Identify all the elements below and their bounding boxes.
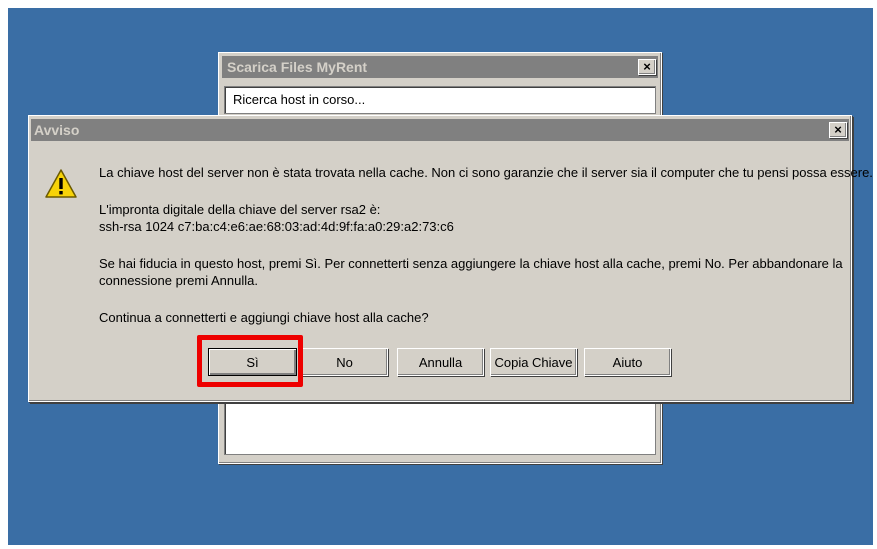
background-window-title: Scarica Files MyRent	[227, 59, 368, 75]
dialog-close-button[interactable]: ×	[829, 122, 847, 138]
fingerprint-line: ssh-rsa 1024 c7:ba:c4:e6:ae:68:03:ad:4d:…	[99, 219, 454, 234]
message-line-1: La chiave host del server non è stata tr…	[99, 165, 873, 180]
warning-icon	[45, 169, 77, 198]
background-window-close-button[interactable]: ×	[638, 59, 656, 75]
status-field: Ricerca host in corso...	[224, 86, 656, 114]
status-text: Ricerca host in corso...	[233, 92, 366, 107]
dialog-titlebar[interactable]: Avviso ×	[31, 119, 849, 141]
yes-button-highlight	[197, 335, 303, 387]
dialog-title: Avviso	[34, 122, 80, 138]
no-button[interactable]: No	[301, 348, 388, 376]
question-line: Continua a connetterti e aggiungi chiave…	[99, 310, 429, 325]
cancel-button[interactable]: Annulla	[397, 348, 484, 376]
help-button[interactable]: Aiuto	[584, 348, 671, 376]
message-line-4: Se hai fiducia in questo host, premi Sì.…	[99, 256, 843, 271]
message-line-2: L'impronta digitale della chiave del ser…	[99, 202, 381, 217]
message-line-5: connessione premi Annulla.	[99, 273, 258, 288]
copy-key-button[interactable]: Copia Chiave	[490, 348, 577, 376]
warning-dialog: Avviso × La chiave host del server non è…	[28, 115, 873, 402]
background-window-titlebar[interactable]: Scarica Files MyRent ×	[222, 56, 658, 78]
log-listbox[interactable]	[224, 398, 656, 455]
